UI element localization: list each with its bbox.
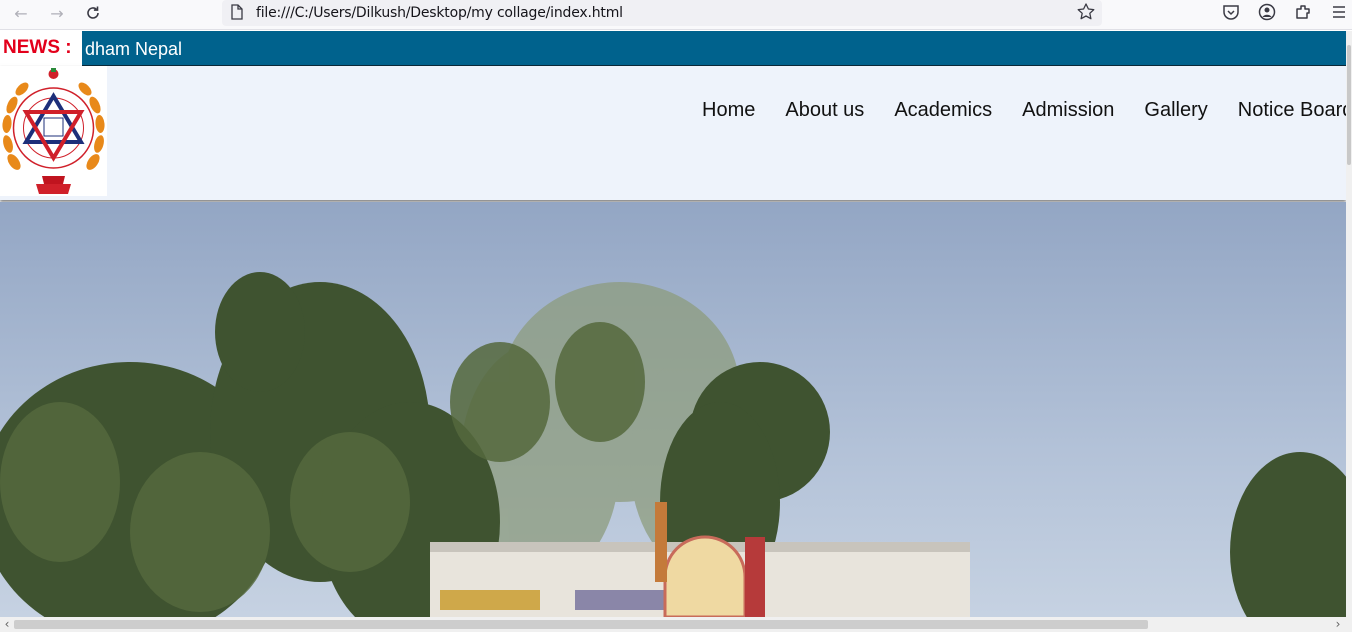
nav-admission[interactable]: Admission (1022, 99, 1114, 122)
university-logo[interactable] (0, 66, 107, 196)
news-label: NEWS : (0, 31, 82, 66)
extensions-icon[interactable] (1294, 3, 1312, 21)
nav-gallery[interactable]: Gallery (1144, 99, 1207, 122)
news-ticker[interactable]: dham Nepal (85, 39, 182, 60)
vertical-scrollbar[interactable] (1346, 31, 1352, 619)
back-arrow-icon[interactable]: ← (8, 2, 34, 24)
forward-arrow-icon[interactable]: → (44, 2, 70, 24)
hero-campus-image (0, 202, 1346, 617)
vertical-scroll-thumb[interactable] (1347, 45, 1351, 165)
url-text: file:///C:/Users/Dilkush/Desktop/my coll… (256, 5, 623, 21)
nav-notice-board[interactable]: Notice Board (1238, 99, 1352, 122)
pocket-icon[interactable] (1222, 3, 1240, 21)
address-bar[interactable]: file:///C:/Users/Dilkush/Desktop/my coll… (222, 0, 1102, 26)
reload-icon[interactable] (80, 2, 106, 24)
site-header: Home About us Academics Admission Galler… (0, 66, 1352, 200)
account-icon[interactable] (1258, 3, 1276, 21)
bookmark-star-icon[interactable] (1076, 2, 1096, 22)
nav-academics[interactable]: Academics (894, 99, 992, 122)
menu-icon[interactable] (1330, 3, 1348, 21)
news-bar: NEWS : dham Nepal (0, 31, 1346, 66)
horizontal-scroll-thumb[interactable] (14, 620, 1148, 629)
logo-emblem-icon (2, 68, 105, 194)
scroll-left-arrow-icon[interactable]: ‹ (1, 617, 13, 632)
nav-about-us[interactable]: About us (785, 99, 864, 122)
scroll-right-arrow-icon[interactable]: › (1332, 617, 1344, 632)
browser-toolbar: ← → file:///C:/Users/Dilkush/Desktop/my … (0, 0, 1352, 30)
horizontal-scrollbar[interactable]: ‹ › (0, 617, 1352, 632)
page-icon (231, 4, 243, 20)
main-navigation: Home About us Academics Admission Galler… (702, 99, 1352, 122)
nav-home[interactable]: Home (702, 99, 755, 122)
